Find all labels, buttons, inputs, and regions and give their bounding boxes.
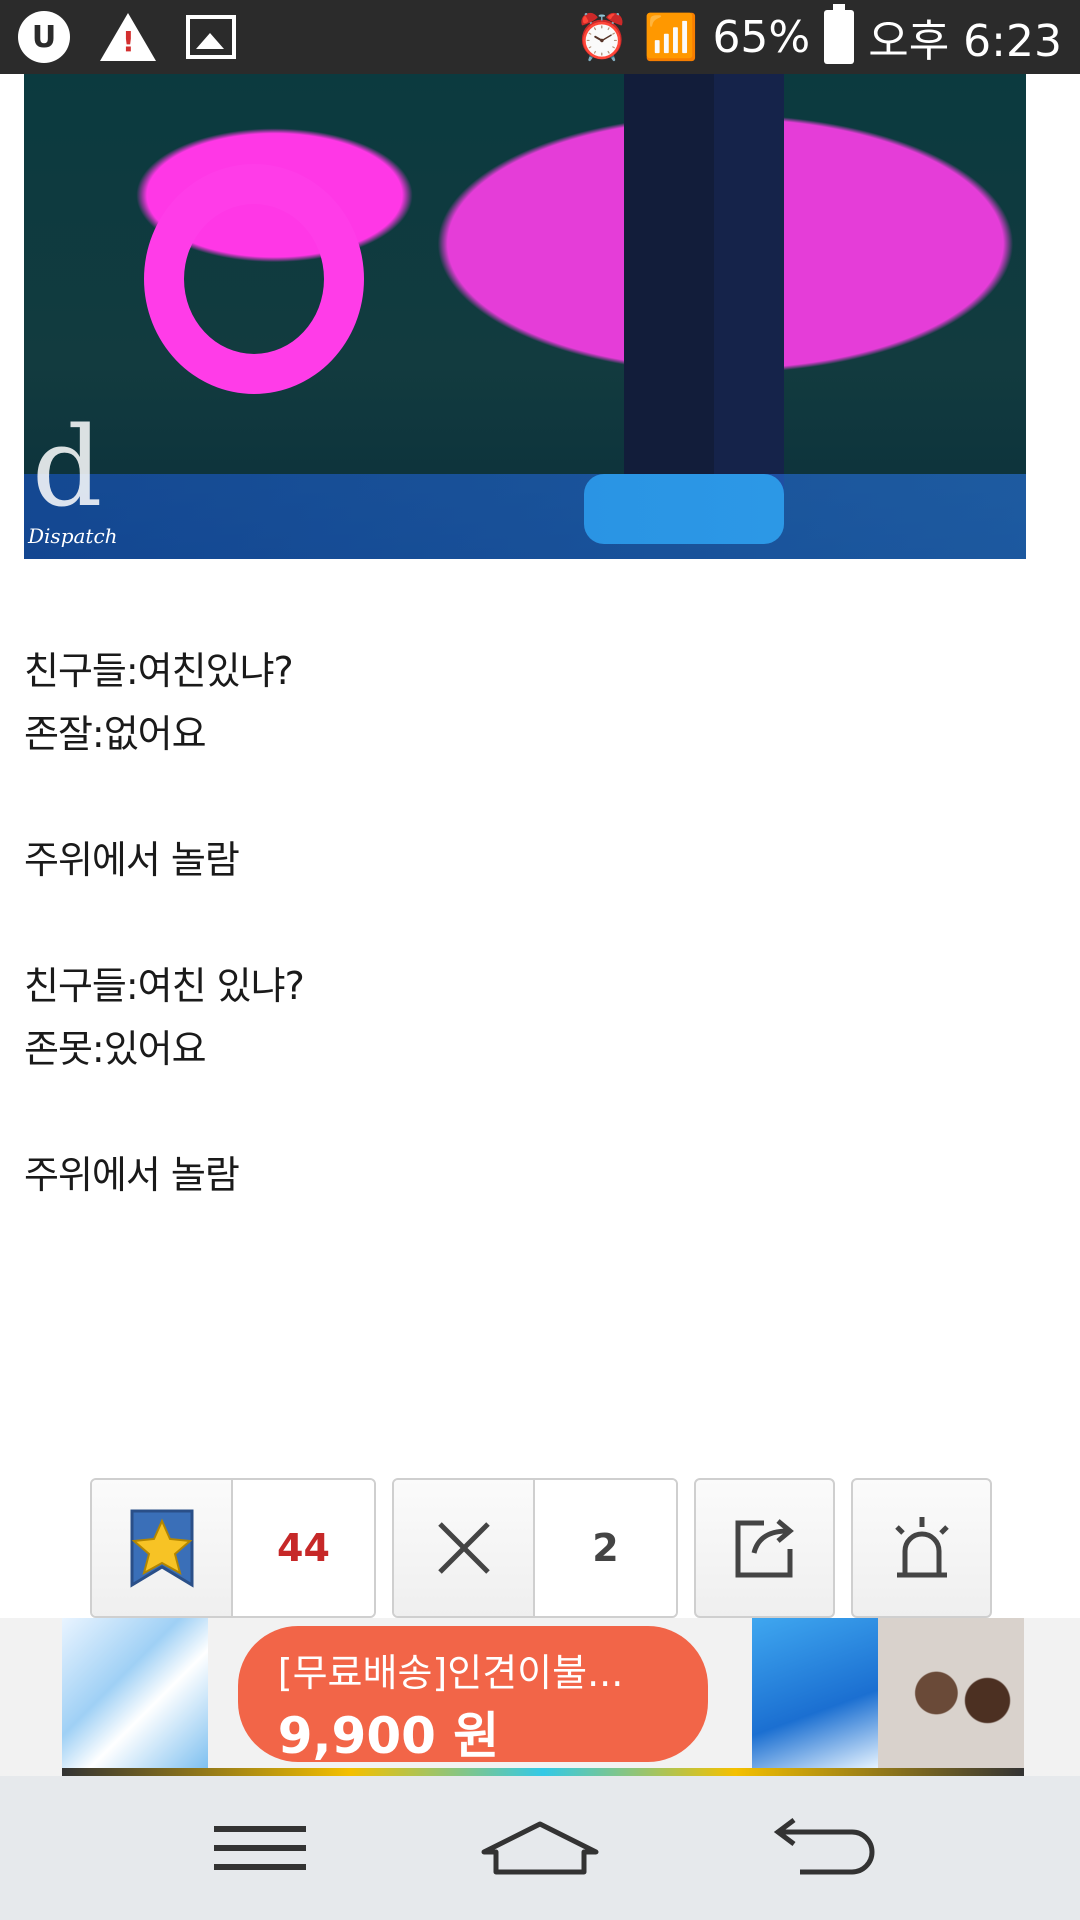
share-button[interactable] — [694, 1478, 835, 1618]
alarm-icon: ⏰ — [574, 12, 630, 63]
article-line: 존못:있어요 — [24, 1027, 207, 1071]
like-button[interactable] — [92, 1480, 233, 1616]
article-body: 친구들:여친있냐? 존잘:없어요 주위에서 놀람 친구들:여친 있냐? 존못:있… — [24, 640, 1054, 1207]
star-icon — [130, 1509, 193, 1588]
home-button[interactable] — [470, 1798, 610, 1898]
like-group: 44 — [90, 1478, 376, 1618]
report-button[interactable] — [851, 1478, 992, 1618]
article-image: d Dispatch — [24, 74, 1026, 559]
ad-product-image — [751, 1618, 879, 1768]
article-line: 존잘:없어요 — [24, 712, 207, 756]
menu-button[interactable] — [190, 1798, 330, 1898]
dislike-group: 2 — [392, 1478, 678, 1618]
warning-icon: ! — [100, 13, 156, 61]
dislike-button[interactable] — [394, 1480, 535, 1616]
carrier-icon: U — [18, 11, 70, 63]
image-notification-icon — [186, 15, 236, 59]
watermark-logo: d — [32, 403, 103, 531]
ad-product-image — [62, 1618, 208, 1768]
share-icon — [735, 1519, 794, 1578]
siren-icon — [894, 1517, 949, 1578]
watermark-text: Dispatch — [28, 524, 118, 548]
dislike-count: 2 — [535, 1480, 676, 1616]
close-icon — [437, 1522, 490, 1574]
back-icon — [773, 1818, 875, 1875]
status-bar: U ! ⏰ 📶 65% 오후 6:23 — [0, 0, 1080, 74]
battery-icon — [824, 4, 855, 64]
ad-banner[interactable]: [무료배송]인견이불... 9,900 원 — [0, 1618, 1080, 1776]
back-button[interactable] — [750, 1798, 890, 1898]
home-icon — [481, 1821, 599, 1875]
article-line — [24, 1081, 1054, 1144]
battery-percent: 65% — [712, 11, 811, 63]
clock: 오후 6:23 — [868, 16, 1062, 67]
article-line: 친구들:여친있냐? — [24, 649, 294, 693]
wifi-icon: 📶 — [643, 12, 699, 63]
ad-product-image — [878, 1618, 1024, 1768]
like-count: 44 — [233, 1480, 374, 1616]
action-bar: 44 2 — [90, 1478, 992, 1618]
navigation-bar — [0, 1776, 1080, 1920]
article-line — [24, 892, 1054, 955]
article-line: 친구들:여친 있냐? — [24, 964, 305, 1008]
ad-price: 9,900 원 — [277, 1707, 500, 1765]
article-line: 주위에서 놀람 — [24, 838, 240, 882]
ad-title: [무료배송]인견이불... — [277, 1651, 624, 1695]
article-line: 주위에서 놀람 — [24, 1153, 240, 1197]
article-line — [24, 766, 1054, 829]
menu-icon — [214, 1826, 306, 1870]
